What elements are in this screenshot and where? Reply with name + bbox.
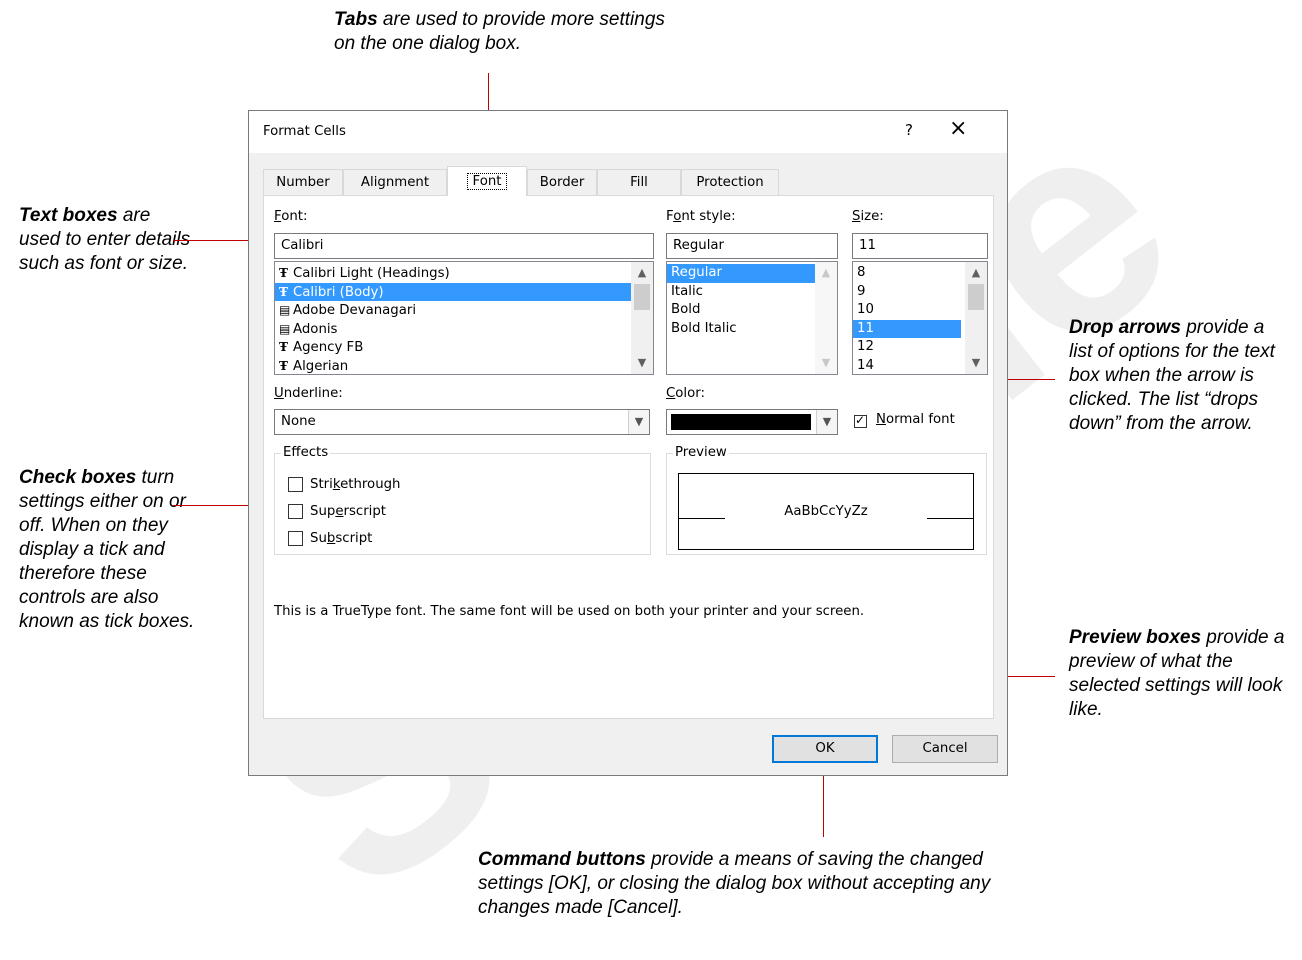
scroll-thumb[interactable] [634, 284, 650, 310]
color-select[interactable]: ▼ [666, 409, 838, 435]
scroll-thumb[interactable] [968, 284, 984, 310]
underline-label: Underline: [274, 386, 343, 401]
font-list-scrollbar[interactable]: ▲ ▼ [631, 262, 653, 374]
annotation-tabs: Tabs are used to provide more settings o… [334, 9, 665, 54]
normal-font-checkbox[interactable] [854, 413, 867, 428]
preview-group: Preview AaBbCcYyZz [666, 445, 987, 555]
annotation-command-buttons: Command buttons provide a means of savin… [478, 849, 991, 918]
size-list[interactable]: 8 9 10 11 12 14 ▲ ▼ [852, 261, 988, 375]
chevron-down-icon[interactable]: ▼ [816, 410, 837, 434]
list-item[interactable]: Ŧ Agency FB [275, 338, 653, 357]
list-item[interactable]: Bold Italic [667, 320, 837, 339]
tab-alignment[interactable]: Alignment [343, 169, 447, 195]
truetype-icon: Ŧ [279, 358, 288, 373]
chevron-down-icon[interactable]: ▼ [628, 410, 649, 434]
truetype-icon: Ŧ [279, 266, 288, 280]
close-icon[interactable]: × [949, 116, 967, 141]
size-label: Size: [852, 209, 884, 224]
color-swatch [671, 414, 811, 430]
font-style-scrollbar[interactable]: ▲ ▼ [815, 262, 837, 374]
list-item[interactable]: Regular [667, 264, 815, 283]
opentype-icon: ▤ [279, 303, 291, 317]
subscript-label: Subscript [310, 531, 373, 546]
dialog-title: Format Cells [263, 124, 346, 139]
superscript-checkbox[interactable] [288, 504, 303, 519]
scroll-up-icon: ▲ [821, 266, 831, 279]
preview-legend: Preview [673, 445, 729, 460]
size-input[interactable]: 11 [852, 233, 988, 259]
font-label: Font: [274, 209, 308, 224]
font-name-input[interactable]: Calibri [274, 233, 654, 259]
list-item[interactable]: Ŧ Calibri (Body) [275, 282, 631, 301]
preview-sample: AaBbCcYyZz [784, 504, 868, 519]
superscript-label: Superscript [310, 504, 387, 519]
scroll-up-icon[interactable]: ▲ [636, 266, 648, 279]
font-name-list[interactable]: Ŧ Calibri Light (Headings) Ŧ Calibri (Body… [274, 261, 654, 375]
underline-value: None [281, 414, 316, 429]
effects-legend: Effects [281, 445, 331, 460]
tab-number[interactable]: Number [263, 169, 343, 195]
scroll-down-icon[interactable]: ▼ [970, 356, 982, 369]
scroll-down-icon[interactable]: ▼ [636, 356, 648, 369]
help-icon[interactable]: ? [905, 121, 913, 139]
font-style-list[interactable]: Regular Italic Bold Bold Italic ▲ ▼ [666, 261, 838, 375]
strikethrough-checkbox[interactable] [288, 477, 303, 492]
tab-fill[interactable]: Fill [597, 169, 681, 195]
annotation-preview-boxes: Preview boxes provide a preview of what … [1069, 627, 1285, 720]
font-style-label: Font style: [666, 209, 736, 224]
tab-border[interactable]: Border [527, 169, 597, 195]
effects-group: Effects Strikethrough Superscript Subscr… [274, 445, 651, 555]
annotation-text-boxes: Text boxes are used to enter details suc… [19, 205, 191, 274]
list-item[interactable]: ▤ Adobe Devanagari [275, 301, 653, 320]
ok-button[interactable]: OK [772, 735, 878, 763]
color-label: Color: [666, 386, 705, 401]
cancel-button[interactable]: Cancel [892, 735, 998, 763]
truetype-icon: Ŧ [279, 284, 288, 299]
format-cells-dialog: Format Cells ? × Number Alignment Font B… [248, 110, 1008, 776]
scroll-down-icon: ▼ [821, 356, 831, 369]
title-bar: Format Cells ? × [249, 111, 1007, 153]
list-item[interactable]: 11 [853, 319, 961, 338]
font-tab-panel: Font: Calibri Ŧ Calibri Light (Headings) … [263, 195, 994, 719]
annotation-check-boxes: Check boxes turn settings either on or o… [19, 467, 195, 632]
list-item[interactable]: Italic [667, 283, 837, 302]
list-item[interactable]: Bold [667, 301, 837, 320]
tab-protection[interactable]: Protection [681, 169, 779, 195]
normal-font-label: Normal font [876, 412, 955, 427]
truetype-info-text: This is a TrueType font. The same font w… [274, 604, 865, 619]
tab-font[interactable]: Font [447, 166, 527, 196]
subscript-checkbox[interactable] [288, 531, 303, 546]
opentype-icon: ▤ [279, 321, 291, 336]
list-item[interactable]: Ŧ Calibri Light (Headings) [275, 264, 653, 283]
truetype-icon: Ŧ [279, 340, 288, 354]
list-item[interactable]: ▤ Adonis [275, 320, 653, 339]
size-list-scrollbar[interactable]: ▲ ▼ [965, 262, 987, 374]
preview-box: AaBbCcYyZz [678, 473, 974, 550]
annotation-drop-arrows: Drop arrows provide a list of options fo… [1069, 317, 1275, 434]
strikethrough-label: Strikethrough [310, 477, 401, 492]
scroll-up-icon[interactable]: ▲ [970, 266, 982, 279]
underline-select[interactable]: None ▼ [274, 409, 650, 435]
font-style-input[interactable]: Regular [666, 233, 838, 259]
preview-baseline-right [927, 518, 973, 519]
list-item[interactable]: Ŧ Algerian [275, 357, 653, 375]
